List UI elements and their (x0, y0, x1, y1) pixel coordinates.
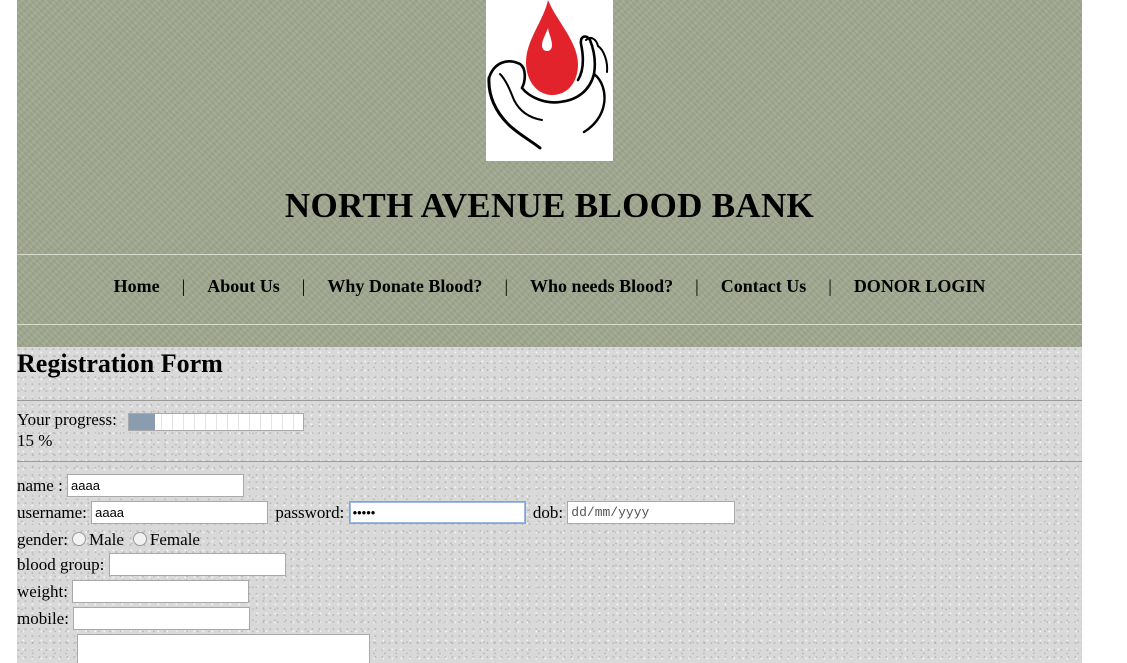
form-title: Registration Form (17, 349, 223, 378)
page: NORTH AVENUE BLOOD BANK Home | About Us | Wh… (17, 0, 1082, 663)
nav-separator: | (695, 276, 699, 296)
gender-label: gender: (17, 530, 68, 550)
name-input[interactable]: aaaa (67, 474, 245, 497)
logo (486, 0, 613, 161)
gender-female-radio[interactable] (132, 532, 147, 547)
gender-male-radio[interactable] (71, 532, 86, 547)
gender-male-label[interactable]: Male (89, 530, 124, 550)
nav-contact-us[interactable]: Contact Us (721, 276, 807, 296)
dob-input[interactable]: dd/mm/yyyy (567, 501, 736, 524)
registration-section: Registration Form Your progress: 15 % na… (17, 347, 1082, 663)
weight-input[interactable] (72, 580, 250, 603)
blood-group-label: blood group: (17, 554, 105, 574)
blood-group-input[interactable] (108, 553, 286, 576)
name-row: name : aaaa (17, 474, 245, 497)
header-divider-top (17, 254, 1082, 255)
password-label: password: (275, 502, 345, 522)
mobile-row: mobile: (17, 607, 251, 630)
nav-separator: | (504, 276, 509, 296)
blood-drop-hand-icon (487, 0, 609, 150)
name-label: name : (17, 475, 63, 495)
site-title: NORTH AVENUE BLOOD BANK (284, 186, 815, 225)
nav-separator: | (181, 276, 186, 296)
credentials-row: username: aaaa password: ••••• dob: dd/m… (17, 501, 736, 524)
progress-percent: 15 % (17, 431, 53, 450)
gender-row: gender: Male Female (17, 529, 200, 550)
address-textarea[interactable] (77, 634, 370, 663)
mobile-label: mobile: (17, 608, 69, 628)
weight-row: weight: (17, 580, 250, 603)
gender-female-label[interactable]: Female (150, 530, 200, 550)
progress-bar (128, 413, 304, 431)
weight-label: weight: (17, 581, 68, 601)
mobile-input[interactable] (73, 607, 251, 630)
nav-separator: | (301, 276, 306, 296)
main-nav: Home | About Us | Why Donate Blood? | Who need… (17, 276, 1082, 297)
progress-label: Your progress: (17, 410, 117, 429)
site-header: NORTH AVENUE BLOOD BANK Home | About Us | Wh… (17, 0, 1082, 347)
progress-divider (17, 461, 1082, 462)
blood-group-row: blood group: (17, 553, 286, 576)
nav-about-us[interactable]: About Us (207, 276, 280, 296)
nav-who-needs-blood[interactable]: Who needs Blood? (530, 276, 673, 296)
nav-separator: | (828, 276, 832, 296)
username-input[interactable]: aaaa (91, 501, 269, 524)
nav-why-donate[interactable]: Why Donate Blood? (327, 276, 482, 296)
nav-home[interactable]: Home (114, 276, 160, 296)
dob-label: dob: (532, 502, 564, 522)
nav-donor-login[interactable]: DONOR LOGIN (854, 276, 986, 296)
header-divider-bottom (17, 324, 1082, 325)
password-input[interactable]: ••••• (348, 501, 526, 524)
username-label: username: (17, 502, 87, 522)
form-divider (17, 400, 1082, 401)
progress-fill (129, 414, 156, 430)
